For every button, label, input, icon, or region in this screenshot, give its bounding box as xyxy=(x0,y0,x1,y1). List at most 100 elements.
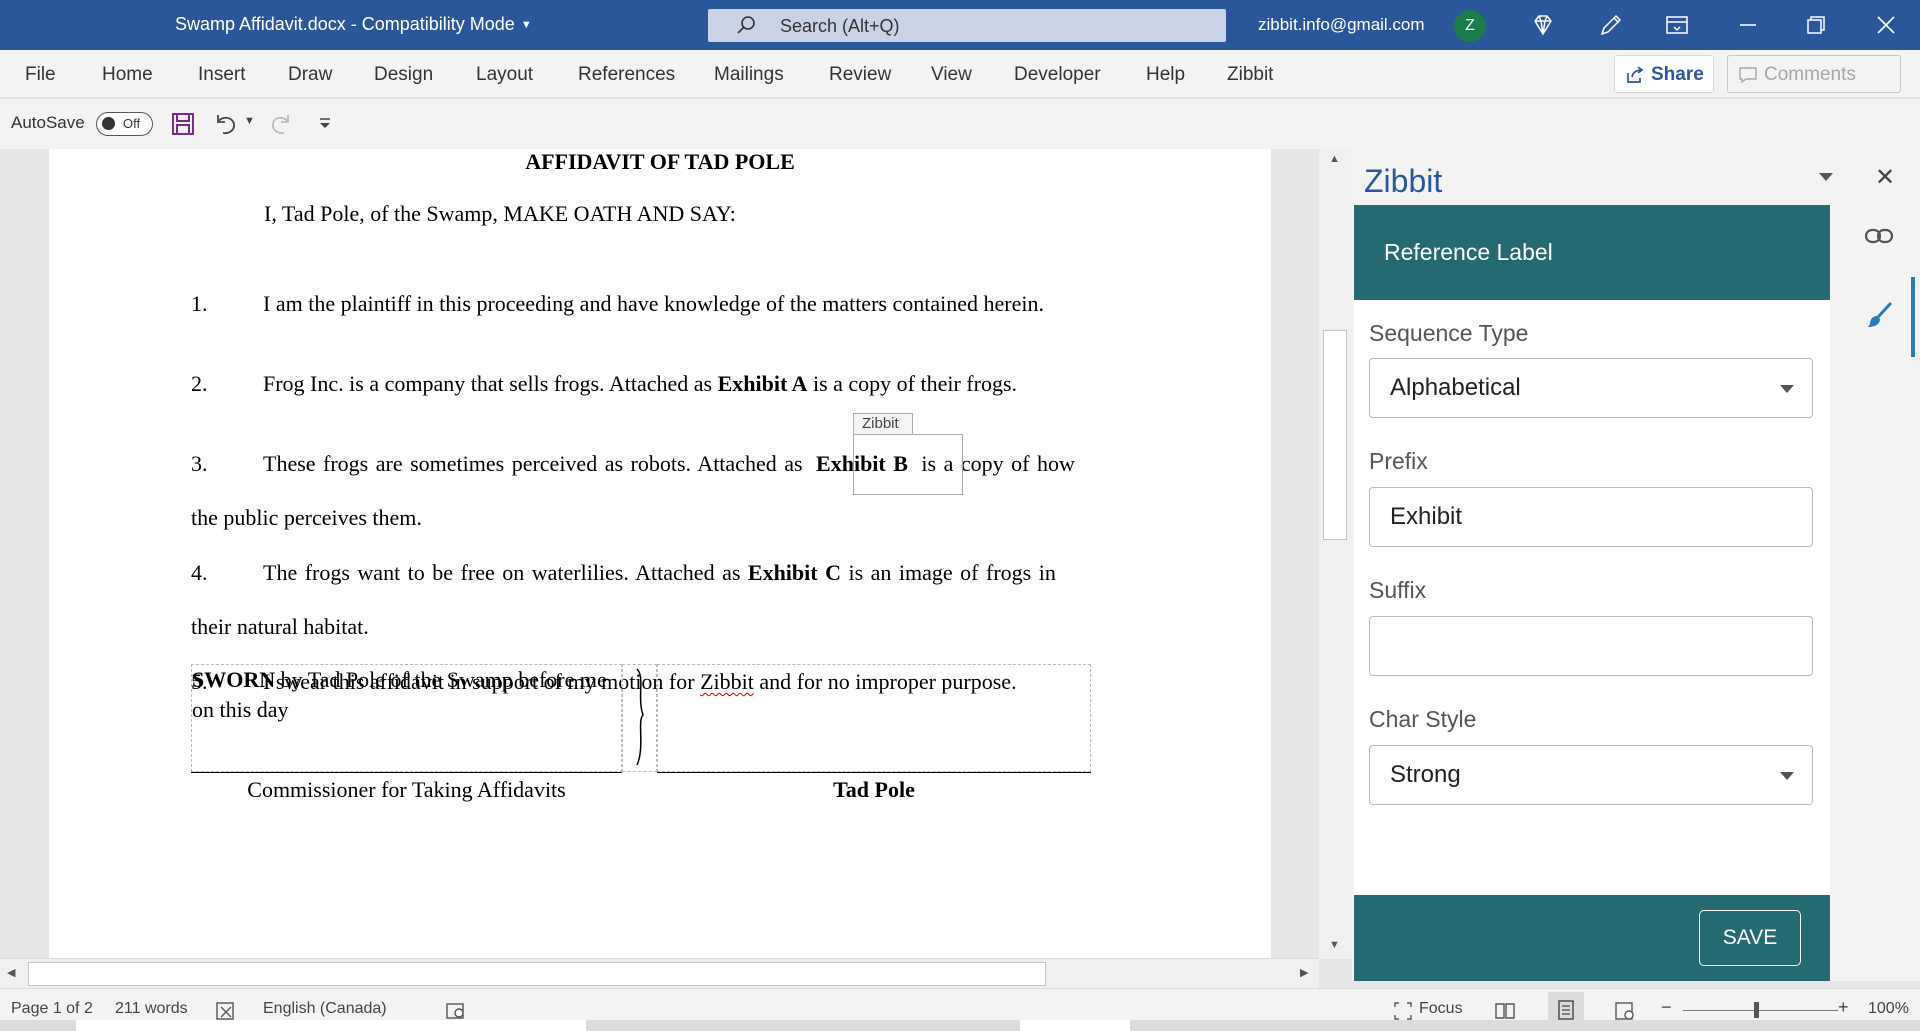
scroll-down-icon[interactable]: ▼ xyxy=(1329,939,1340,951)
zoom-slider-thumb[interactable] xyxy=(1754,1002,1759,1018)
scroll-up-icon[interactable]: ▲ xyxy=(1329,153,1340,165)
horizontal-scroll-thumb[interactable] xyxy=(28,962,1046,986)
document-area: AFFIDAVIT OF TAD POLE I, Tad Pole, of th… xyxy=(0,149,1352,959)
sequence-type-select[interactable]: Alphabetical xyxy=(1369,358,1813,418)
tab-draw[interactable]: Draw xyxy=(288,64,332,86)
proofing-icon[interactable] xyxy=(215,1001,237,1021)
char-style-label: Char Style xyxy=(1369,706,1477,732)
redo-icon[interactable] xyxy=(268,111,296,137)
autosave-toggle[interactable]: Off xyxy=(96,112,153,136)
avatar[interactable]: Z xyxy=(1454,10,1486,42)
language[interactable]: English (Canada) xyxy=(263,1000,387,1018)
restore-icon[interactable] xyxy=(1803,12,1829,38)
tab-home[interactable]: Home xyxy=(102,64,153,86)
customize-toolbar-icon[interactable] xyxy=(318,117,332,131)
undo-icon[interactable] xyxy=(212,111,240,137)
tab-design[interactable]: Design xyxy=(374,64,433,86)
chevron-down-icon xyxy=(1780,772,1794,780)
comments-label: Comments xyxy=(1764,64,1856,85)
taskbar-preview xyxy=(76,1020,586,1031)
tab-review[interactable]: Review xyxy=(829,64,891,86)
comments-button[interactable]: Comments xyxy=(1727,55,1901,93)
tab-zibbit[interactable]: Zibbit xyxy=(1227,64,1273,86)
exhibit-label: Exhibit A xyxy=(717,371,808,396)
exhibit-label: Exhibit C xyxy=(747,560,841,585)
prefix-input[interactable]: Exhibit xyxy=(1369,487,1813,547)
document-page[interactable]: AFFIDAVIT OF TAD POLE I, Tad Pole, of th… xyxy=(49,149,1271,959)
sworn-cell: SWORN by Tad Pole of the Swamp before me… xyxy=(191,664,622,772)
horizontal-scrollbar[interactable]: ◀ ▶ xyxy=(0,958,1319,988)
search-icon xyxy=(737,16,755,34)
share-button[interactable]: Share xyxy=(1614,55,1714,93)
pen-icon[interactable] xyxy=(1598,12,1624,38)
paragraph-text: I am the plaintiff in this proceeding an… xyxy=(263,291,1044,316)
link-icon[interactable] xyxy=(1864,225,1894,247)
tab-file[interactable]: File xyxy=(25,64,56,86)
content-control-box[interactable] xyxy=(853,434,963,495)
focus-icon[interactable] xyxy=(1393,1001,1413,1021)
web-layout-icon[interactable] xyxy=(1614,1001,1636,1021)
brace-cell xyxy=(622,664,657,772)
document-title[interactable]: Swamp Affidavit.docx - Compatibility Mod… xyxy=(175,14,532,35)
document-heading: AFFIDAVIT OF TAD POLE xyxy=(525,149,795,174)
vertical-scroll-thumb[interactable] xyxy=(1323,330,1347,540)
form-footer: SAVE xyxy=(1354,895,1830,981)
content-control-tag[interactable]: Zibbit xyxy=(853,413,913,435)
deponent-name: Tad Pole xyxy=(657,772,1091,814)
word-count[interactable]: 211 words xyxy=(115,1000,188,1018)
intro-line: I, Tad Pole, of the Swamp, MAKE OATH AND… xyxy=(264,201,736,226)
diamond-icon[interactable] xyxy=(1530,12,1556,38)
title-bar: Swamp Affidavit.docx - Compatibility Mod… xyxy=(0,0,1920,50)
suffix-input[interactable] xyxy=(1369,616,1813,676)
tab-help[interactable]: Help xyxy=(1146,64,1185,86)
paragraph-text: The frogs want to be free on waterlilies… xyxy=(263,560,1056,585)
document-title-text: Swamp Affidavit.docx - Compatibility Mod… xyxy=(175,14,515,34)
tab-insert[interactable]: Insert xyxy=(198,64,246,86)
ribbon-display-icon[interactable] xyxy=(1664,12,1690,38)
paragraph-number: 3. xyxy=(191,451,208,476)
zoom-slider[interactable] xyxy=(1683,1010,1838,1011)
commissioner-label: Commissioner for Taking Affidavits xyxy=(191,772,622,814)
pane-side-rail xyxy=(1830,205,1920,981)
paragraph-text-line2: their natural habitat. xyxy=(191,614,369,639)
zoom-out-icon[interactable]: − xyxy=(1661,997,1672,1018)
sequence-type-value: Alphabetical xyxy=(1390,374,1521,401)
tab-developer[interactable]: Developer xyxy=(1014,64,1101,86)
undo-dropdown-icon[interactable]: ▼ xyxy=(244,115,255,127)
brace-icon xyxy=(636,668,644,766)
form-header-title: Reference Label xyxy=(1384,239,1553,265)
prefix-label: Prefix xyxy=(1369,448,1428,474)
page-count[interactable]: Page 1 of 2 xyxy=(11,1000,93,1018)
char-style-select[interactable]: Strong xyxy=(1369,745,1813,805)
save-icon[interactable] xyxy=(171,112,195,136)
scroll-left-icon[interactable]: ◀ xyxy=(7,966,15,979)
tab-mailings[interactable]: Mailings xyxy=(714,64,784,86)
zoom-in-icon[interactable]: + xyxy=(1838,997,1849,1018)
tab-view[interactable]: View xyxy=(931,64,972,86)
zoom-level[interactable]: 100% xyxy=(1868,1000,1909,1018)
paragraph-text: Frog Inc. is a company that sells frogs.… xyxy=(263,371,1018,396)
focus-label[interactable]: Focus xyxy=(1419,1000,1463,1018)
toggle-knob xyxy=(102,117,115,130)
suffix-label: Suffix xyxy=(1369,577,1427,603)
pane-close-icon[interactable]: ✕ xyxy=(1875,163,1895,192)
close-icon[interactable] xyxy=(1873,12,1899,38)
read-mode-icon[interactable] xyxy=(1494,1001,1516,1021)
scroll-right-icon[interactable]: ▶ xyxy=(1300,966,1308,979)
save-button[interactable]: SAVE xyxy=(1699,910,1801,966)
form-header: Reference Label xyxy=(1354,205,1830,300)
brush-icon[interactable] xyxy=(1864,300,1894,330)
pane-scroll-indicator[interactable] xyxy=(1911,277,1915,357)
search-box[interactable]: Search (Alt+Q) xyxy=(708,9,1226,42)
vertical-scrollbar[interactable]: ▲ ▼ xyxy=(1319,149,1352,959)
paragraph-number: 1. xyxy=(191,291,208,316)
share-label: Share xyxy=(1651,64,1704,85)
account-email[interactable]: zibbit.info@gmail.com xyxy=(1258,15,1425,35)
signature-cell xyxy=(657,664,1091,772)
pane-options-icon[interactable] xyxy=(1819,173,1833,181)
accessibility-icon[interactable] xyxy=(445,1001,467,1021)
tab-references[interactable]: References xyxy=(578,64,675,86)
paragraph-number: 4. xyxy=(191,560,208,585)
tab-layout[interactable]: Layout xyxy=(476,64,533,86)
minimize-icon[interactable] xyxy=(1735,12,1761,38)
